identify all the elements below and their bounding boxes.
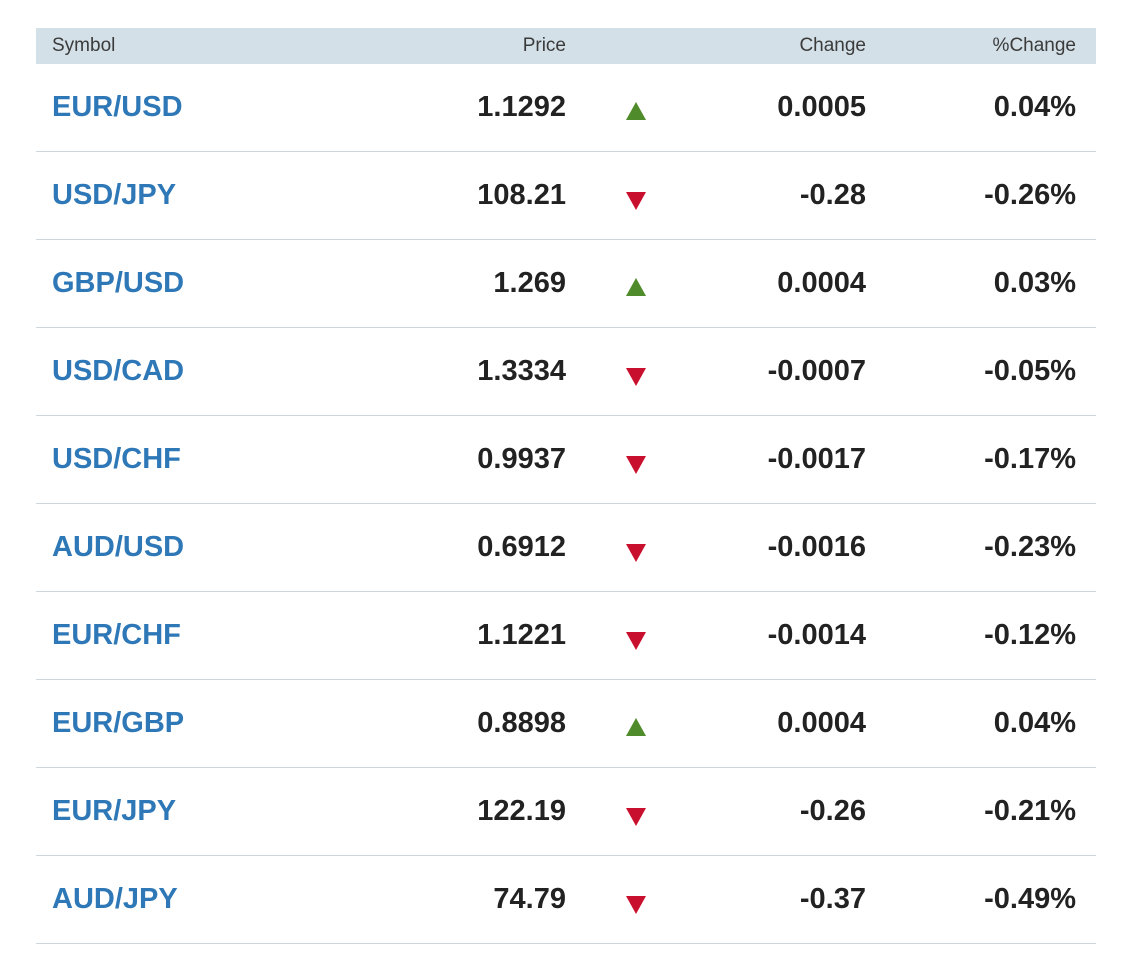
pct-change-cell: -0.23%: [984, 531, 1076, 563]
change-cell: -0.0017: [767, 443, 866, 475]
pct-change-cell: 0.03%: [993, 267, 1076, 299]
currency-table: Symbol Price Change %Change EUR/USD 1.12…: [36, 28, 1096, 944]
symbol-link[interactable]: EUR/JPY: [52, 795, 176, 827]
change-cell: -0.0014: [767, 619, 866, 651]
change-cell: 0.0004: [777, 267, 866, 299]
symbol-link[interactable]: USD/CAD: [52, 355, 184, 387]
pct-change-cell: 0.04%: [993, 91, 1076, 123]
triangle-down-icon: [626, 895, 646, 914]
change-cell: -0.37: [799, 883, 866, 915]
table-row: EUR/CHF 1.1221 -0.0014 -0.12%: [36, 592, 1096, 680]
pct-change-cell: 0.04%: [993, 707, 1076, 739]
change-cell: -0.28: [799, 179, 866, 211]
table-row: EUR/JPY 122.19 -0.26 -0.21%: [36, 768, 1096, 856]
pct-change-cell: -0.26%: [984, 179, 1076, 211]
forex-page: Symbol Price Change %Change EUR/USD 1.12…: [0, 0, 1130, 972]
price-cell: 1.1292: [477, 91, 566, 123]
pct-change-cell: -0.05%: [984, 355, 1076, 387]
table-row: USD/CAD 1.3334 -0.0007 -0.05%: [36, 328, 1096, 416]
triangle-down-icon: [626, 543, 646, 562]
header-symbol: Symbol: [52, 35, 116, 56]
pct-change-cell: -0.17%: [984, 443, 1076, 475]
symbol-link[interactable]: USD/CHF: [52, 443, 181, 475]
header-price: Price: [522, 35, 566, 56]
header-change: Change: [799, 35, 866, 56]
symbol-link[interactable]: EUR/GBP: [52, 707, 184, 739]
table-row: AUD/JPY 74.79 -0.37 -0.49%: [36, 856, 1096, 944]
price-cell: 108.21: [477, 179, 566, 211]
triangle-down-icon: [626, 807, 646, 826]
table-row: GBP/USD 1.269 0.0004 0.03%: [36, 240, 1096, 328]
symbol-link[interactable]: GBP/USD: [52, 267, 184, 299]
table-row: EUR/GBP 0.8898 0.0004 0.04%: [36, 680, 1096, 768]
table-row: USD/JPY 108.21 -0.28 -0.26%: [36, 152, 1096, 240]
price-cell: 1.3334: [477, 355, 566, 387]
pct-change-cell: -0.21%: [984, 795, 1076, 827]
symbol-link[interactable]: EUR/CHF: [52, 619, 181, 651]
symbol-link[interactable]: AUD/USD: [52, 531, 184, 563]
symbol-link[interactable]: EUR/USD: [52, 91, 183, 123]
table-row: EUR/USD 1.1292 0.0005 0.04%: [36, 64, 1096, 152]
change-cell: -0.0007: [767, 355, 866, 387]
symbol-link[interactable]: USD/JPY: [52, 179, 176, 211]
price-cell: 74.79: [493, 883, 566, 915]
table-row: AUD/USD 0.6912 -0.0016 -0.23%: [36, 504, 1096, 592]
pct-change-cell: -0.12%: [984, 619, 1076, 651]
change-cell: 0.0004: [777, 707, 866, 739]
triangle-up-icon: [626, 277, 646, 296]
change-cell: 0.0005: [777, 91, 866, 123]
triangle-up-icon: [626, 101, 646, 120]
triangle-up-icon: [626, 717, 646, 736]
price-cell: 0.8898: [477, 707, 566, 739]
triangle-down-icon: [626, 191, 646, 210]
triangle-down-icon: [626, 455, 646, 474]
triangle-down-icon: [626, 367, 646, 386]
symbol-link[interactable]: AUD/JPY: [52, 883, 178, 915]
table-header: Symbol Price Change %Change: [36, 28, 1096, 64]
pct-change-cell: -0.49%: [984, 883, 1076, 915]
price-cell: 1.1221: [477, 619, 566, 651]
change-cell: -0.0016: [767, 531, 866, 563]
header-pct-change: %Change: [992, 35, 1076, 56]
table-row: USD/CHF 0.9937 -0.0017 -0.17%: [36, 416, 1096, 504]
price-cell: 122.19: [477, 795, 566, 827]
price-cell: 0.6912: [477, 531, 566, 563]
change-cell: -0.26: [799, 795, 866, 827]
price-cell: 0.9937: [477, 443, 566, 475]
triangle-down-icon: [626, 631, 646, 650]
price-cell: 1.269: [493, 267, 566, 299]
